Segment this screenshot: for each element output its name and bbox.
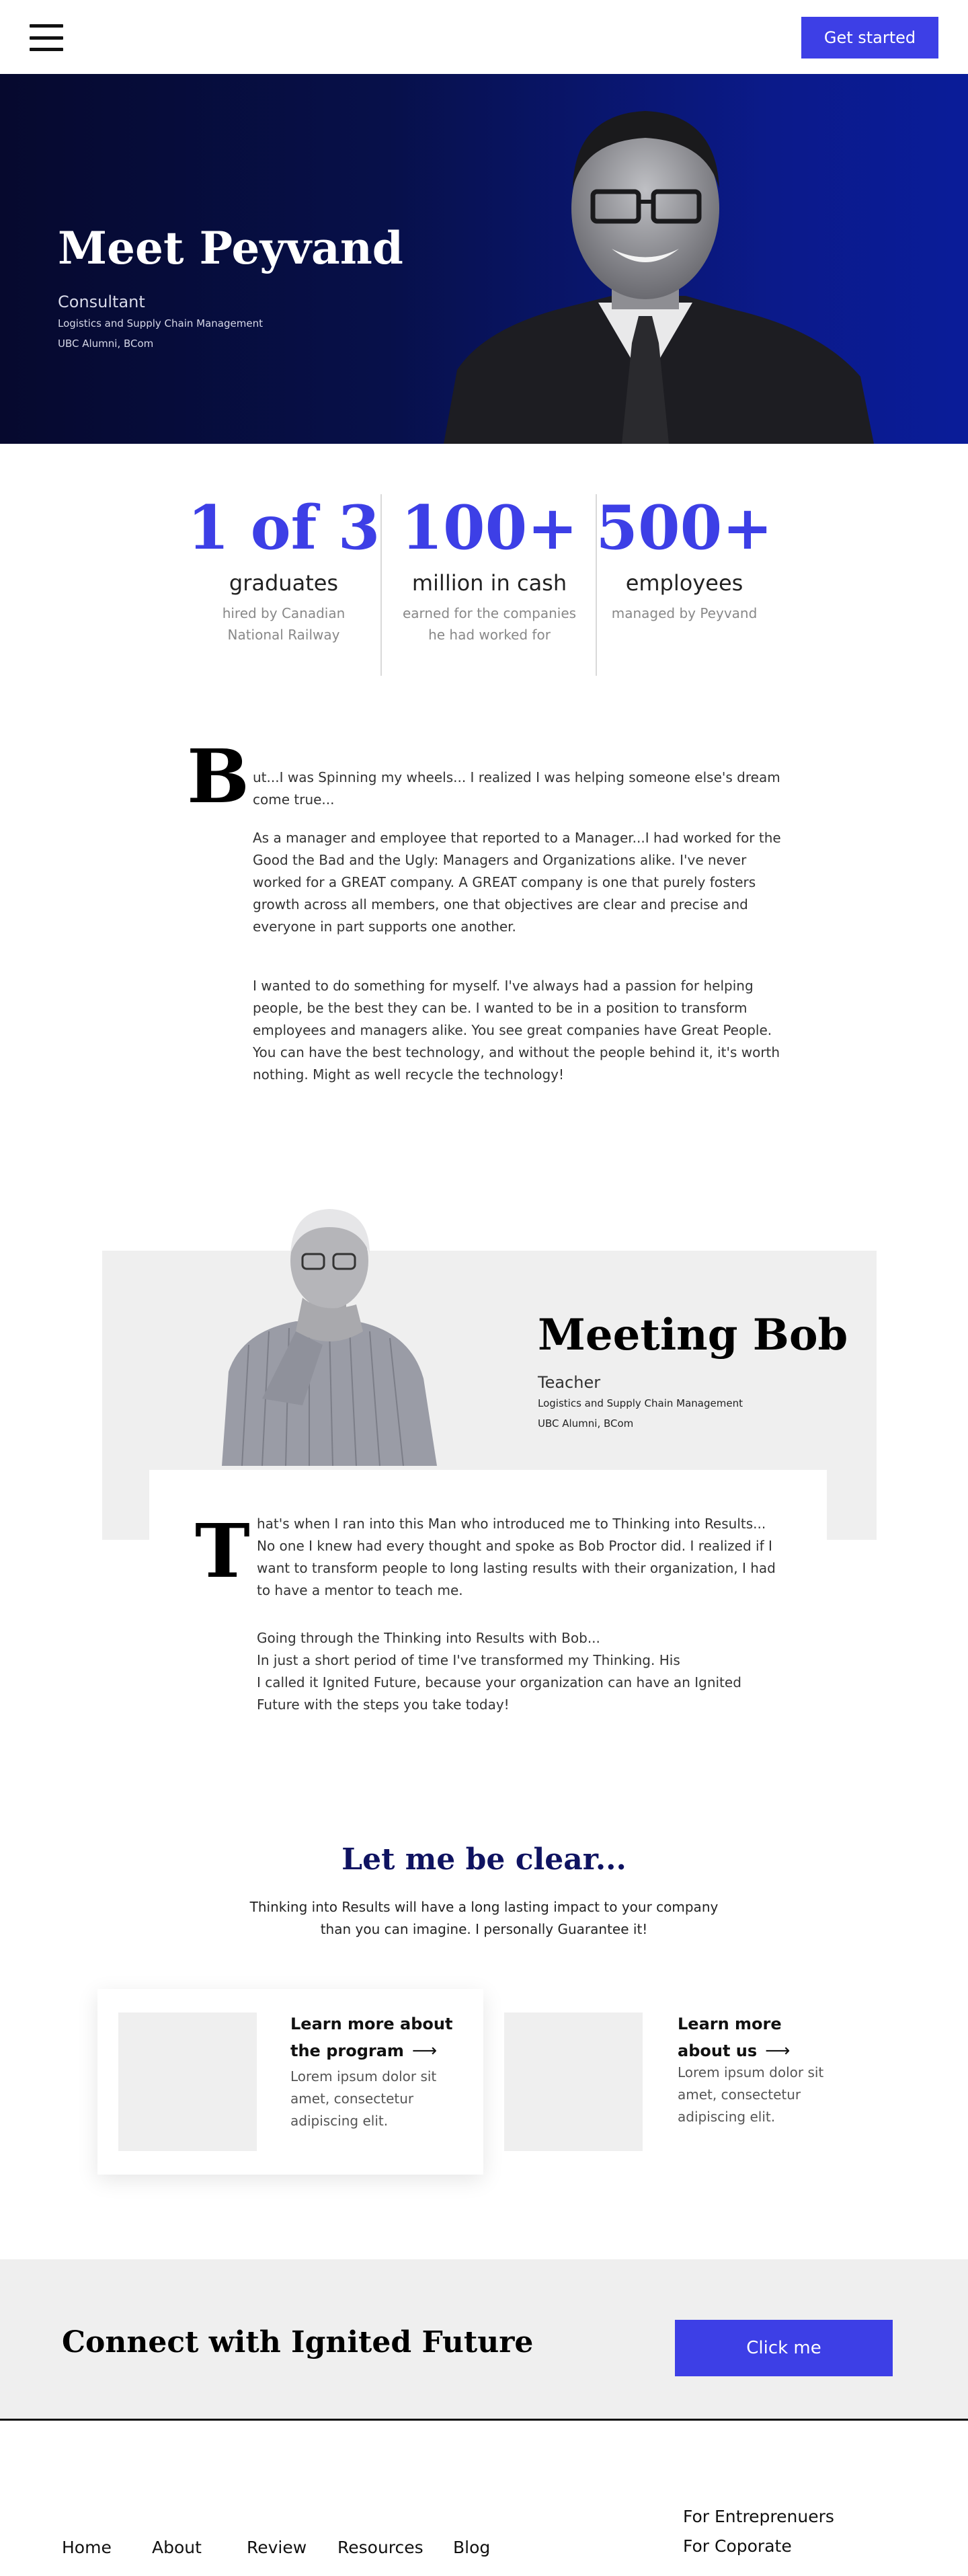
stats-section: 1 of 3 graduates hired by Canadian Natio… bbox=[0, 444, 968, 706]
guarantee-text: Thinking into Results will have a long l… bbox=[249, 1899, 719, 1937]
program-card-text: Lorem ipsum dolor sit amet, consectetur … bbox=[290, 2068, 437, 2129]
hamburger-menu-icon[interactable] bbox=[30, 24, 63, 51]
hero-role: Consultant bbox=[58, 292, 145, 311]
footer-link-resources[interactable]: Resources bbox=[337, 2538, 424, 2557]
stat-description: managed by Peyvand bbox=[583, 602, 785, 624]
stat-desc-line: hired by Canadian bbox=[222, 605, 346, 621]
story-paragraph-1: ut...I was Spinning my wheels... I reali… bbox=[253, 769, 780, 808]
bob-portrait bbox=[222, 1209, 437, 1466]
stat-label: graduates bbox=[229, 570, 339, 596]
about-card-title[interactable]: Learn more about us ⟶ bbox=[678, 2011, 839, 2064]
story-section: B ut...I was Spinning my wheels... I rea… bbox=[0, 706, 968, 1197]
stat-desc-line: managed by Peyvand bbox=[611, 605, 758, 621]
footer-link-corporate[interactable]: For Coporate bbox=[683, 2536, 792, 2556]
get-started-button[interactable]: Get started bbox=[801, 17, 938, 58]
story-paragraph-3: I wanted to do something for myself. I'v… bbox=[253, 978, 780, 1083]
stat-graduates: 1 of 3 graduates hired by Canadian Natio… bbox=[183, 498, 385, 646]
stat-cash: 100+ million in cash earned for the comp… bbox=[389, 498, 590, 646]
bob-paragraph-line: In just a short period of time I've tran… bbox=[257, 1652, 680, 1668]
stat-description: hired by Canadian National Railway bbox=[183, 602, 385, 646]
bob-role: Teacher bbox=[538, 1373, 601, 1392]
stat-desc-line: earned for the companies bbox=[402, 605, 577, 621]
footer: Home About Review Resources Blog For Ent… bbox=[0, 2421, 968, 2575]
connect-title: Connect with Ignited Future bbox=[62, 2325, 534, 2359]
peyvand-portrait bbox=[444, 111, 874, 444]
click-me-button[interactable]: Click me bbox=[675, 2320, 893, 2376]
arrow-right-icon: ⟶ bbox=[765, 2041, 791, 2061]
bob-paragraph-line: I called it Ignited Future, because your… bbox=[257, 1674, 741, 1713]
connect-section: Connect with Ignited Future Click me bbox=[0, 2259, 968, 2421]
footer-link-entrepreneurs[interactable]: For Entreprenuers bbox=[683, 2507, 834, 2526]
hero-banner: Meet Peyvand Consultant Logistics and Su… bbox=[0, 74, 968, 444]
stat-desc-line: he had worked for bbox=[428, 627, 551, 643]
bob-subtitle-alumni: UBC Alumni, BCom bbox=[538, 1417, 634, 1430]
program-card-image bbox=[118, 2013, 257, 2151]
top-bar: Get started bbox=[0, 0, 968, 74]
footer-link-home[interactable]: Home bbox=[62, 2538, 112, 2557]
bob-paragraph-2: Going through the Thinking into Results … bbox=[257, 1627, 788, 1716]
about-card-image bbox=[504, 2013, 643, 2151]
bob-paragraph-1: hat's when I ran into this Man who intro… bbox=[257, 1516, 776, 1598]
footer-link-review[interactable]: Review bbox=[247, 2538, 307, 2557]
bob-subtitle-field: Logistics and Supply Chain Management bbox=[538, 1397, 743, 1409]
dropcap-letter: B bbox=[187, 733, 249, 820]
guarantee-section: Let me be clear... Thinking into Results… bbox=[0, 1842, 968, 1977]
stat-label: employees bbox=[625, 570, 743, 596]
stat-divider bbox=[380, 494, 382, 676]
stat-number: 500+ bbox=[596, 492, 773, 563]
bob-paragraph-line: Going through the Thinking into Results … bbox=[257, 1630, 600, 1646]
meeting-bob-section: Meeting Bob Teacher Logistics and Supply… bbox=[0, 1197, 968, 1842]
learn-more-cards: Learn more about the program ⟶ Lorem ipsu… bbox=[0, 1977, 968, 2259]
stat-employees: 500+ employees managed by Peyvand bbox=[583, 498, 785, 624]
stat-desc-line: National Railway bbox=[227, 627, 340, 643]
footer-link-blog[interactable]: Blog bbox=[453, 2538, 490, 2557]
hero-subtitle-field: Logistics and Supply Chain Management bbox=[58, 317, 263, 329]
dropcap-letter: T bbox=[195, 1508, 250, 1594]
footer-link-about[interactable]: About bbox=[152, 2538, 202, 2557]
bob-title: Meeting Bob bbox=[538, 1310, 848, 1360]
arrow-right-icon: ⟶ bbox=[411, 2041, 438, 2061]
guarantee-title: Let me be clear... bbox=[341, 1842, 627, 1877]
hero-title: Meet Peyvand bbox=[58, 222, 403, 274]
about-card-text: Lorem ipsum dolor sit amet, consectetur … bbox=[678, 2064, 824, 2125]
hero-subtitle-alumni: UBC Alumni, BCom bbox=[58, 338, 154, 350]
stat-description: earned for the companies he had worked f… bbox=[389, 602, 590, 646]
stat-number: 1 of 3 bbox=[187, 492, 380, 563]
stat-label: million in cash bbox=[411, 570, 567, 596]
story-paragraph-2: As a manager and employee that reported … bbox=[253, 830, 781, 935]
stat-number: 100+ bbox=[401, 492, 578, 563]
program-card-title[interactable]: Learn more about the program ⟶ bbox=[290, 2011, 465, 2064]
